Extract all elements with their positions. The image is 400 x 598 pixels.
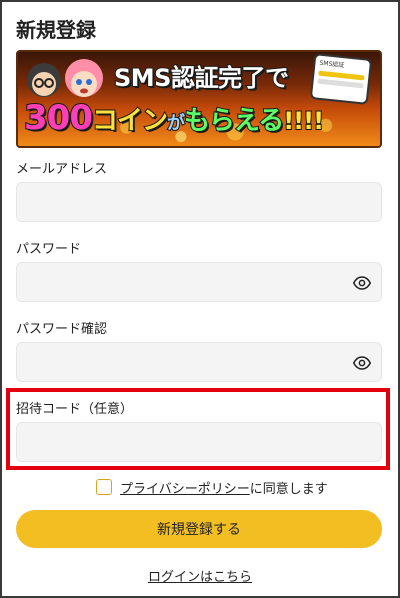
- privacy-policy-link[interactable]: プライバシーポリシー: [120, 482, 250, 497]
- privacy-agreement: プライバシーポリシーに同意します: [96, 478, 328, 497]
- phone-title: SMS認証: [319, 59, 345, 70]
- agreement-suffix: に同意します: [249, 481, 328, 497]
- page-title: 新規登録: [16, 18, 96, 42]
- agreement-text: プライバシーポリシーに同意します: [120, 478, 328, 497]
- password-label: パスワード: [16, 242, 82, 257]
- email-field-wrapper: [16, 182, 382, 222]
- reward-exclaim: !!!!: [282, 106, 325, 136]
- privacy-checkbox[interactable]: [96, 479, 112, 495]
- email-field[interactable]: [17, 183, 381, 221]
- password-confirm-label: パスワード確認: [16, 322, 108, 337]
- password-confirm-field[interactable]: [17, 343, 381, 381]
- eye-icon[interactable]: [353, 274, 371, 292]
- password-field[interactable]: [17, 263, 381, 301]
- login-link-row: ログインはこちら: [0, 566, 400, 585]
- register-button[interactable]: 新規登録する: [16, 510, 382, 548]
- eye-icon[interactable]: [353, 354, 371, 372]
- invite-code-label: 招待コード（任意）: [16, 402, 134, 417]
- banner-headline: SMS認証完了で: [113, 63, 290, 93]
- reward-amount: 300: [23, 97, 94, 139]
- invite-code-field-wrapper: [16, 422, 382, 462]
- reward-particle: が: [166, 112, 186, 135]
- banner-reward: 300コインがもらえる!!!!: [23, 97, 325, 139]
- sms-promo-banner[interactable]: SMS認証 SMS認証完了で 300コインがもらえる!!!!: [16, 50, 382, 148]
- email-label: メールアドレス: [16, 162, 108, 177]
- login-link[interactable]: ログインはこちら: [148, 570, 252, 585]
- invite-code-field[interactable]: [17, 423, 381, 461]
- password-confirm-field-wrapper: [16, 342, 382, 382]
- reward-coin: コイン: [91, 105, 169, 137]
- password-field-wrapper: [16, 262, 382, 302]
- reward-receive: もらえる: [183, 105, 285, 137]
- phone-bar: [317, 78, 364, 89]
